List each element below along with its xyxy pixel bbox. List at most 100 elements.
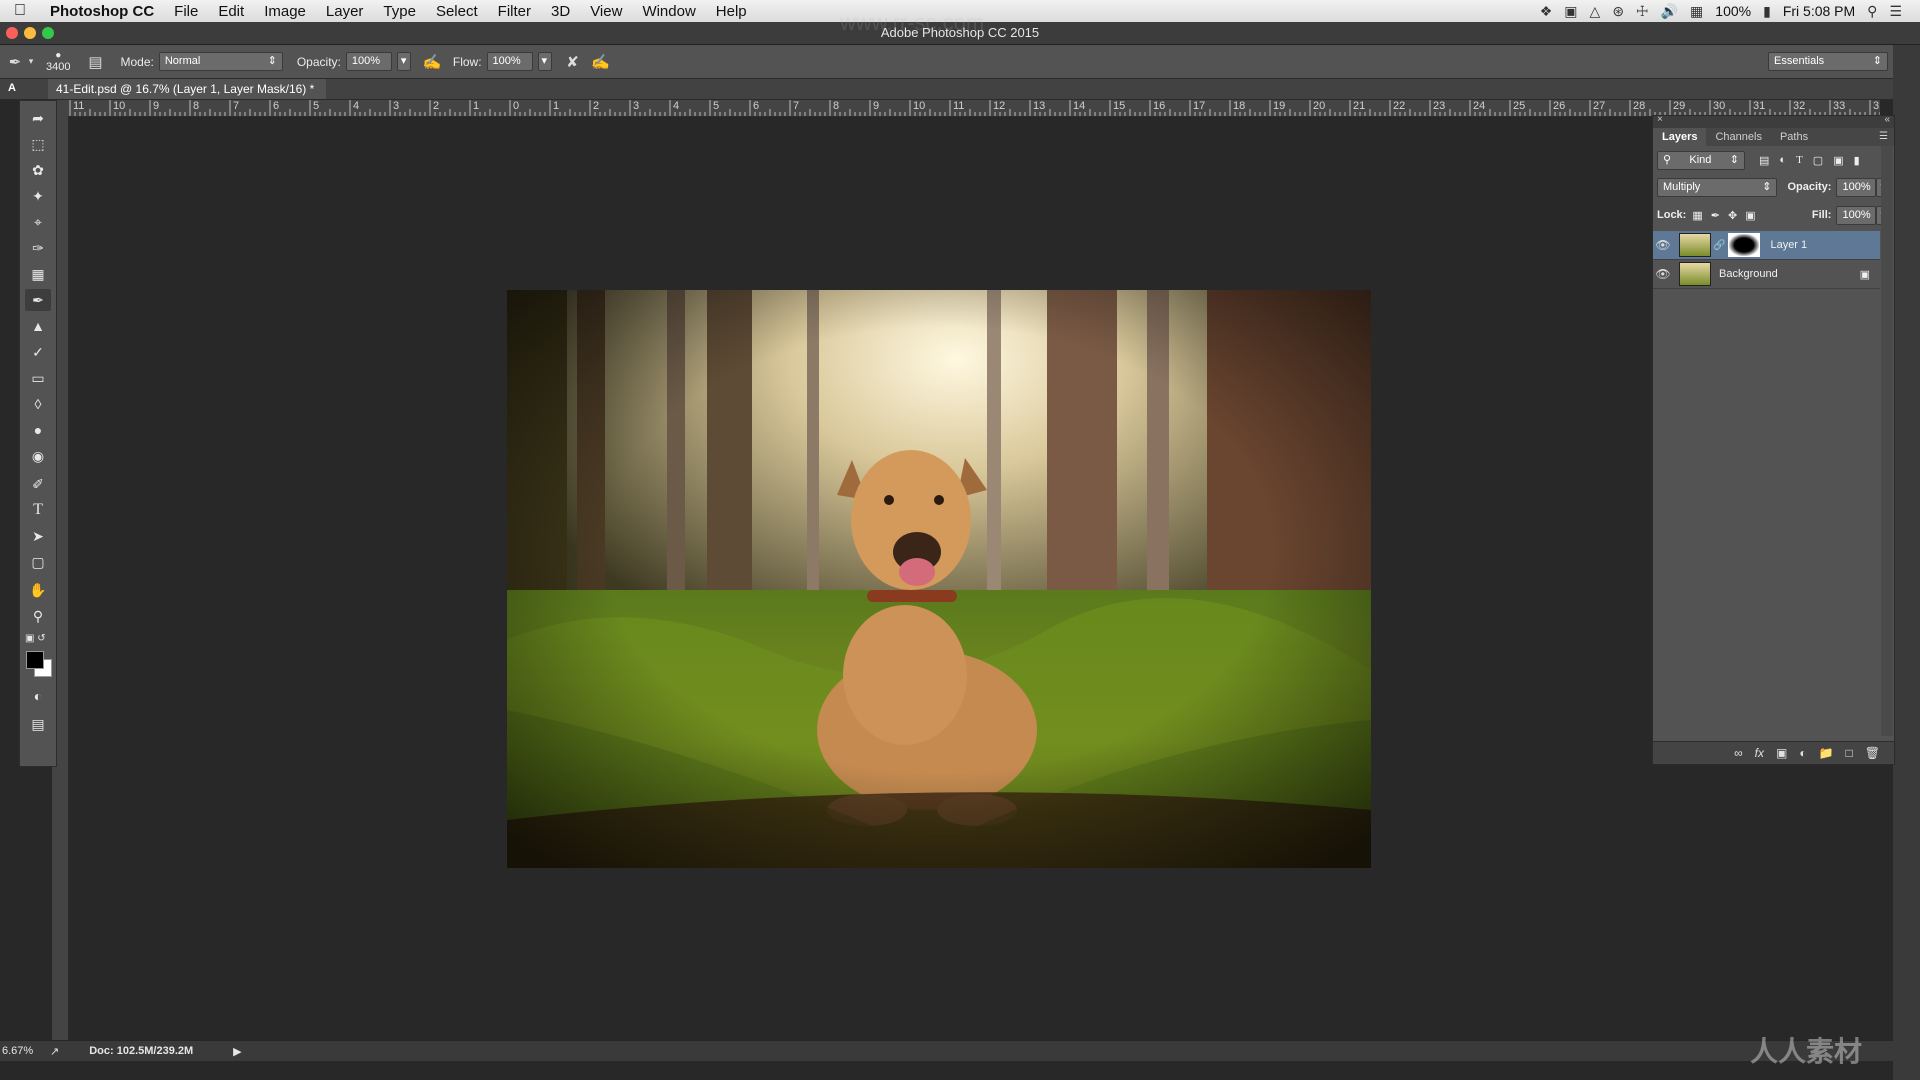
tab-layers[interactable]: Layers (1653, 128, 1707, 146)
new-layer-icon[interactable]: □ (1846, 746, 1853, 760)
status-menu-arrow-icon[interactable]: ▶ (233, 1045, 241, 1058)
marquee-tool-icon[interactable]: ⬚ (25, 133, 51, 155)
share-icon[interactable]: ↗ (50, 1045, 59, 1058)
filter-toggle-icon[interactable]: ▮ (1854, 154, 1860, 167)
layer-lock-icon[interactable]: ▣ (1860, 268, 1870, 281)
move-tool-icon[interactable]: ➦ (25, 107, 51, 129)
airplay-icon[interactable]: △ (1590, 3, 1601, 20)
menu-type[interactable]: Type (373, 3, 426, 20)
menu-help[interactable]: Help (706, 3, 757, 20)
menu-filter[interactable]: Filter (488, 3, 541, 20)
panel-close-icon[interactable]: × (1657, 114, 1663, 125)
add-mask-icon[interactable]: ▣ (1776, 746, 1787, 760)
filter-kind-select[interactable]: ⚲ Kind ⇕ (1657, 150, 1745, 170)
hand-tool-icon[interactable]: ✋ (25, 579, 51, 601)
clock[interactable]: Fri 5:08 PM (1783, 3, 1855, 19)
volume-icon[interactable]: 🔊 (1661, 3, 1678, 20)
menu-select[interactable]: Select (426, 3, 488, 20)
brush-tool-preset-icon[interactable]: ✒ (4, 51, 26, 73)
spotlight-search-icon[interactable]: ⚲ (1867, 3, 1877, 20)
new-group-folder-icon[interactable]: 📁 (1819, 746, 1834, 760)
opacity-dropdown-icon[interactable]: ▾ (396, 52, 411, 71)
flow-dropdown-icon[interactable]: ▾ (537, 52, 552, 71)
swap-colors-icon[interactable]: ▣ ↺ (25, 631, 51, 645)
document-tab[interactable]: 41-Edit.psd @ 16.7% (Layer 1, Layer Mask… (48, 79, 327, 99)
eyedropper-tool-icon[interactable]: ✑ (25, 237, 51, 259)
workspace-select[interactable]: Essentials ⇕ (1768, 52, 1888, 71)
menu-view[interactable]: View (580, 3, 632, 20)
layer-thumbnail[interactable] (1679, 262, 1711, 286)
toolbar-collapse-icon[interactable]: A (8, 82, 16, 94)
zoom-level[interactable]: 6.67% (2, 1045, 40, 1057)
bluetooth-icon[interactable]: ⊛ (1612, 3, 1624, 20)
layer-name[interactable]: Layer 1 (1770, 239, 1807, 251)
document-canvas-image[interactable] (507, 290, 1371, 868)
pressure-size-icon[interactable]: ✍ (590, 51, 612, 73)
pen-tool-icon[interactable]: ✐ (25, 473, 51, 495)
brush-tool-icon[interactable]: ✒ (25, 289, 51, 311)
preset-dropdown-icon[interactable]: ▾ (26, 51, 36, 73)
type-tool-icon[interactable]: T (25, 499, 51, 521)
foreground-color-swatch[interactable] (26, 651, 44, 669)
paint-bucket-tool-icon[interactable]: ◊ (25, 393, 51, 415)
menu-file[interactable]: File (164, 3, 208, 20)
layer-name[interactable]: Background (1719, 268, 1778, 280)
link-layers-icon[interactable]: ∞ (1734, 746, 1743, 760)
filter-adjustment-icon[interactable]: ◐ (1779, 154, 1786, 166)
notification-center-icon[interactable]: ☰ (1889, 3, 1902, 20)
wifi-icon[interactable]: ☩ (1636, 3, 1649, 20)
fill-input[interactable]: 100% (1836, 205, 1877, 225)
battery-icon[interactable]: ▮ (1763, 3, 1771, 20)
layer-opacity-input[interactable]: 100% (1836, 177, 1877, 197)
menu-image[interactable]: Image (254, 3, 316, 20)
menu-3d[interactable]: 3D (541, 3, 580, 20)
layer-thumbnail[interactable] (1679, 233, 1711, 257)
trash-icon[interactable]: 🗑 (1865, 746, 1880, 760)
filter-type-icon[interactable]: T (1796, 154, 1803, 166)
menu-edit[interactable]: Edit (208, 3, 254, 20)
layer-mask-thumbnail[interactable] (1728, 233, 1761, 257)
quick-selection-tool-icon[interactable]: ✦ (25, 185, 51, 207)
horizontal-ruler[interactable]: 11 10 9 8 7 6 5 4 3 2 1 0 1 2 3 4 5 6 7 8 9 10 11 12 13 14 15 16 17 1… (52, 100, 1880, 117)
rectangle-tool-icon[interactable]: ▢ (25, 551, 51, 573)
lock-position-icon[interactable]: ✥ (1728, 209, 1737, 222)
panel-menu-icon[interactable]: ☰ (1873, 128, 1894, 146)
history-brush-tool-icon[interactable]: ✓ (25, 341, 51, 363)
zoom-tool-icon[interactable]: ⚲ (25, 605, 51, 627)
filter-shape-icon[interactable]: ▢ (1813, 154, 1823, 167)
quick-mask-icon[interactable]: ◐ (25, 685, 51, 707)
lock-transparent-icon[interactable]: ▦ (1692, 209, 1702, 222)
dodge-tool-icon[interactable]: ◉ (25, 445, 51, 467)
fx-icon[interactable]: fx (1755, 746, 1764, 760)
blend-mode-select[interactable]: Multiply ⇕ (1657, 177, 1778, 197)
eraser-tool-icon[interactable]: ▭ (25, 367, 51, 389)
screen-mode-icon[interactable]: ▤ (25, 713, 51, 735)
menu-layer[interactable]: Layer (316, 3, 374, 20)
display-icon[interactable]: ▣ (1564, 3, 1577, 20)
filter-pixel-icon[interactable]: ▤ (1759, 154, 1769, 167)
lock-image-icon[interactable]: ✒ (1711, 209, 1720, 222)
apple-menu-icon[interactable]:  (0, 2, 40, 20)
lock-all-icon[interactable]: ▣ (1745, 209, 1755, 222)
clone-stamp-tool-icon[interactable]: ▲ (25, 315, 51, 337)
lasso-tool-icon[interactable]: ✿ (25, 159, 51, 181)
visibility-eye-icon[interactable]: 👁 (1653, 267, 1673, 281)
brush-panel-toggle-icon[interactable]: ▤ (84, 51, 106, 73)
mode-select[interactable]: Normal ⇕ (158, 52, 283, 71)
tab-paths[interactable]: Paths (1771, 128, 1817, 146)
input-source-icon[interactable]: ▦ (1690, 3, 1703, 20)
filter-smart-object-icon[interactable]: ▣ (1833, 154, 1843, 167)
panel-collapse-icon[interactable]: « (1884, 114, 1890, 125)
brush-size-picker[interactable]: ● 3400 (46, 50, 70, 73)
airbrush-icon[interactable]: ✘ (562, 51, 584, 73)
flow-input[interactable]: 100% (486, 52, 533, 71)
path-selection-tool-icon[interactable]: ➤ (25, 525, 51, 547)
crop-tool-icon[interactable]: ⌖ (25, 211, 51, 233)
visibility-eye-icon[interactable]: 👁 (1653, 238, 1673, 252)
pressure-opacity-icon[interactable]: ✍ (421, 51, 443, 73)
layers-scrollbar[interactable] (1881, 146, 1893, 736)
dropbox-icon[interactable]: ❖ (1540, 3, 1553, 20)
healing-brush-tool-icon[interactable]: ▦ (25, 263, 51, 285)
layer-row-background[interactable]: 👁 Background ▣ (1653, 260, 1880, 289)
tab-channels[interactable]: Channels (1706, 128, 1770, 146)
